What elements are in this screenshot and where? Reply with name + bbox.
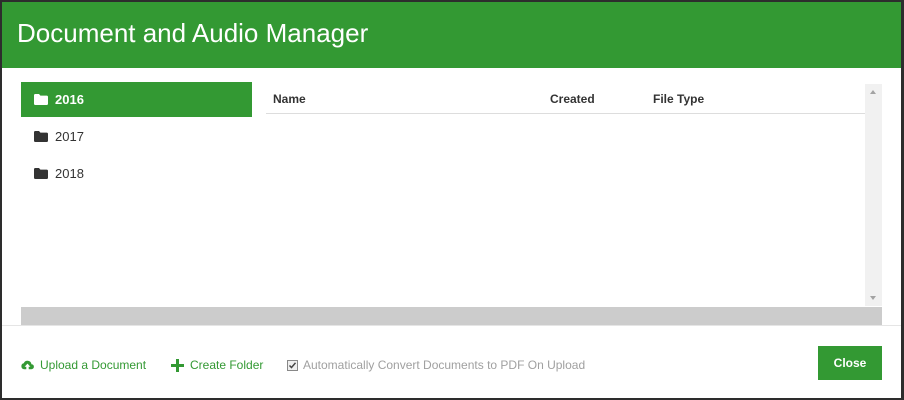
table-header: Name Created File Type [266, 82, 865, 114]
scroll-up-arrow-icon[interactable] [870, 90, 876, 94]
create-folder-label: Create Folder [190, 358, 264, 372]
column-header-file-type[interactable]: File Type [653, 92, 704, 106]
upload-document-label: Upload a Document [40, 358, 147, 372]
folder-item-2018[interactable]: 2018 [21, 156, 252, 191]
folder-list: 2016 2017 2018 [21, 82, 252, 193]
vertical-scrollbar[interactable] [865, 84, 882, 306]
column-header-name[interactable]: Name [273, 92, 306, 106]
modal-footer: Upload a Document Create Folder Automati… [2, 326, 901, 398]
convert-to-pdf-checkbox[interactable] [287, 359, 298, 371]
modal-header: Document and Audio Manager [2, 2, 901, 68]
folder-label: 2017 [55, 129, 84, 144]
document-manager-modal: Document and Audio Manager 2016 2017 201… [2, 2, 901, 398]
modal-title: Document and Audio Manager [17, 18, 369, 48]
file-table: Name Created File Type [266, 82, 865, 114]
modal-body: 2016 2017 2018 Name Created File Type [21, 82, 882, 325]
cloud-upload-icon [21, 359, 34, 372]
folder-item-2017[interactable]: 2017 [21, 119, 252, 154]
convert-to-pdf-label: Automatically Convert Documents to PDF O… [303, 358, 586, 372]
convert-to-pdf-option: Automatically Convert Documents to PDF O… [287, 358, 585, 372]
plus-icon [171, 358, 184, 372]
folder-item-2016[interactable]: 2016 [21, 82, 252, 117]
folder-icon [34, 94, 48, 105]
folder-label: 2018 [55, 166, 84, 181]
create-folder-link[interactable]: Create Folder [171, 358, 263, 372]
scroll-down-arrow-icon[interactable] [870, 296, 876, 300]
upload-document-link[interactable]: Upload a Document [21, 358, 146, 372]
horizontal-scrollbar[interactable] [21, 307, 882, 325]
folder-label: 2016 [55, 92, 84, 107]
folder-icon [34, 168, 48, 179]
column-header-created[interactable]: Created [550, 92, 595, 106]
close-button[interactable]: Close [818, 346, 882, 380]
folder-icon [34, 131, 48, 142]
